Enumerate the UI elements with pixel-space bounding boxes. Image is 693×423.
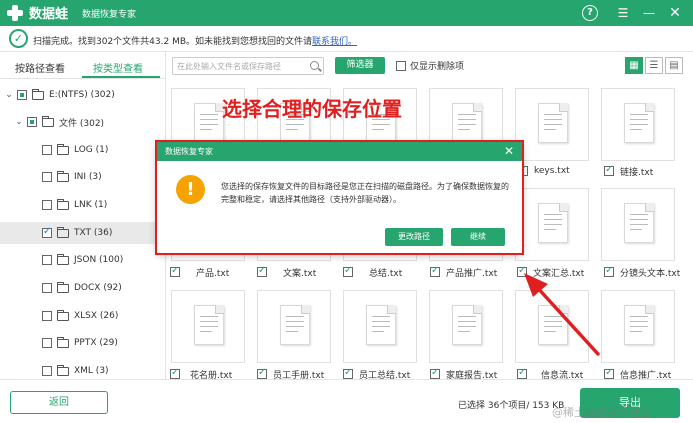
annotation-arrow-icon — [524, 273, 600, 356]
